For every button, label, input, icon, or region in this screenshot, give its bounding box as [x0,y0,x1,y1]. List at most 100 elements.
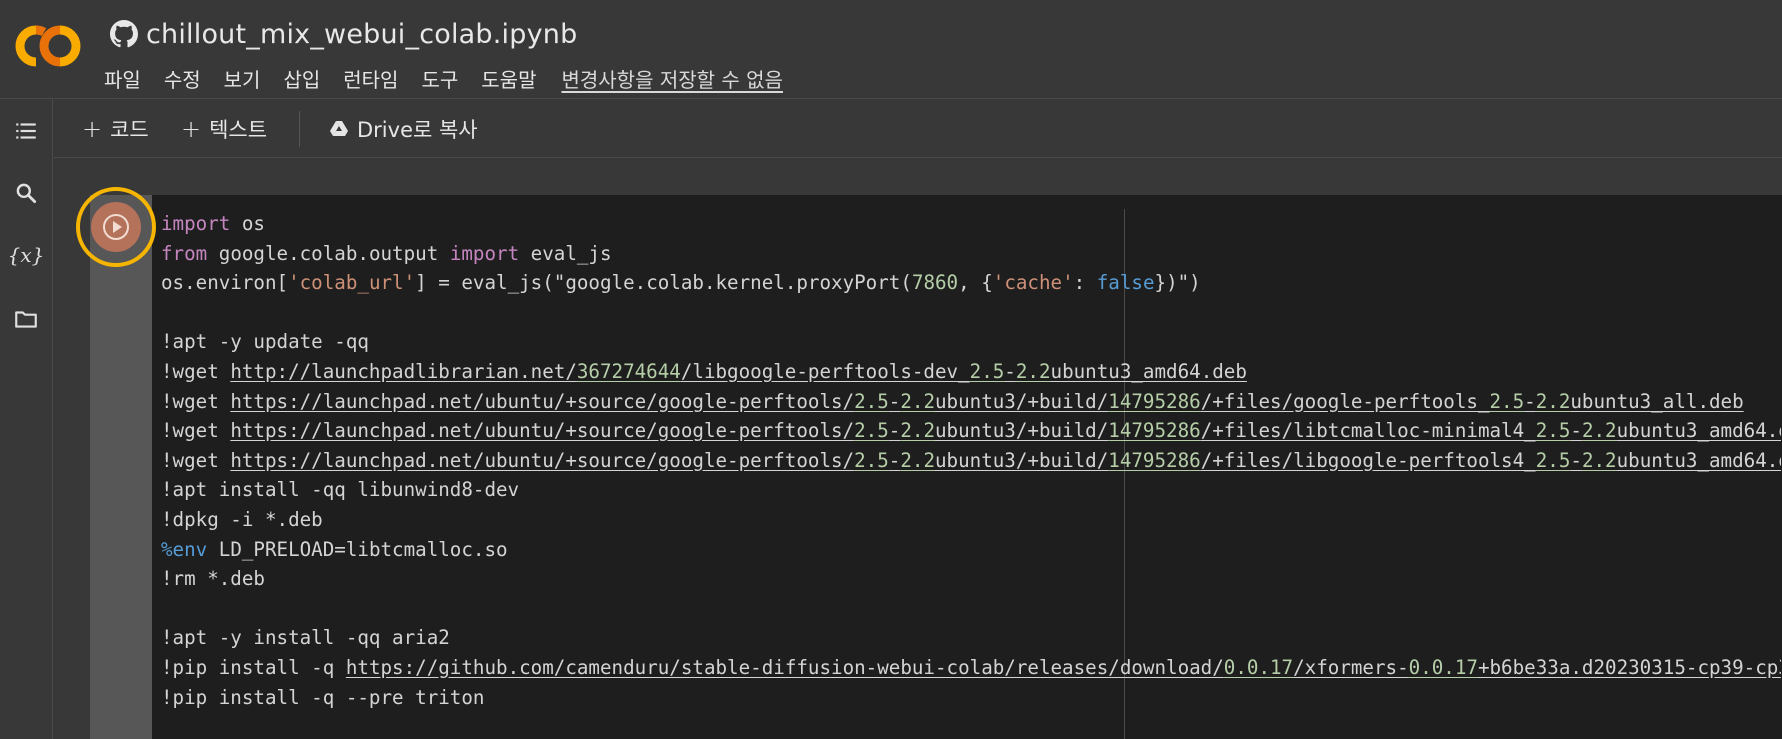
code-token: /+files/google-perftools_ [1200,389,1490,413]
code-token: 2.2 [900,389,935,413]
code-token: https://github.com/camenduru/stable-diff… [345,655,1224,679]
code-token: 2.5 [854,389,889,413]
run-cell-button[interactable] [91,202,141,252]
code-token: 7860 [911,271,959,295]
menu-runtime[interactable]: 런타임 [343,64,398,93]
code-token: - [888,389,901,413]
code-token: - [888,448,901,472]
code-token: import [161,212,231,235]
code-token: : [1073,271,1097,295]
code-token: - [1570,448,1582,472]
variables-icon[interactable]: {x} [8,241,45,269]
add-text-label: 텍스트 [209,118,268,142]
play-icon [103,214,129,240]
code-line: !wget http://launchpadlibrarian.net/3672… [161,357,1781,387]
left-rail: {x} [0,98,53,739]
copy-to-drive-label: Drive로 복사 [357,118,478,142]
code-token: ubuntu3_amd64.deb [1616,448,1781,472]
code-token: - [1004,359,1016,383]
github-icon[interactable] [110,20,138,48]
title-row: chillout_mix_webui_colab.ipynb [110,14,577,54]
code-token: - [1570,419,1582,443]
code-token: https://launchpad.net/ubuntu/+source/goo… [230,448,855,472]
code-token: !apt -y update -qq [161,330,369,354]
plus-icon: + [82,115,103,143]
code-line: !wget https://launchpad.net/ubuntu/+sour… [161,387,1781,417]
menu-tools[interactable]: 도구 [421,64,458,93]
add-code-button[interactable]: + 코드 [82,113,149,145]
code-token: ubuntu3_all.deb [1570,389,1744,413]
notebook-header: chillout_mix_webui_colab.ipynb 파일 수정 보기 … [0,0,1782,98]
menu-file[interactable]: 파일 [104,64,141,93]
code-token: %env [161,537,208,561]
code-token: LD_PRELOAD=libtcmalloc.so [207,537,508,561]
code-token: from [161,241,208,265]
code-line: !wget https://launchpad.net/ubuntu/+sour… [161,416,1781,446]
plus-icon: + [181,115,202,143]
code-token: ] = eval_js("google.colab.kernel.proxyPo… [415,271,912,295]
code-token: - [1524,389,1536,413]
code-token: !wget [161,419,231,443]
colab-logo[interactable] [14,22,82,70]
code-token: 0.0.17 [1408,655,1478,679]
menu-edit[interactable]: 수정 [164,64,201,93]
notebook-toolbar: + 코드 + 텍스트 Drive로 복사 [54,98,1782,158]
notebook-title[interactable]: chillout_mix_webui_colab.ipynb [146,19,577,50]
add-code-label: 코드 [110,118,149,142]
code-token: 2.2 [1015,359,1051,383]
code-token: 2.5 [1489,389,1525,413]
code-line: !apt install -qq libunwind8-dev [161,475,1781,505]
code-token: })") [1154,271,1201,295]
code-token: - [888,419,901,443]
code-token: 0.0.17 [1223,655,1294,679]
code-line: %env LD_PRELOAD=libtcmalloc.so [161,535,1781,565]
run-button-highlight [76,187,156,267]
code-token: ubuntu3/+build/ [935,419,1109,443]
code-token: 14795286 [1108,419,1201,443]
code-line: !dpkg -i *.deb [161,505,1781,535]
code-token: 2.5 [1535,419,1571,443]
code-token: , { [958,271,993,295]
code-token: import [449,241,520,265]
code-token: google.colab.output [207,241,450,265]
code-token: !wget [161,389,231,413]
code-token: /libgoogle-perftools-dev_ [680,359,970,383]
code-token: !pip install -q --pre triton [161,685,485,709]
cell-gutter [90,195,152,739]
code-token: 14795286 [1108,389,1201,413]
code-token: ubuntu3/+build/ [935,389,1109,413]
code-token: !apt install -qq libunwind8-dev [161,478,520,502]
code-token: 2.2 [900,448,935,472]
menu-view[interactable]: 보기 [224,64,261,93]
code-token: 2.2 [1581,448,1617,472]
search-icon[interactable] [12,179,40,207]
code-line: !rm *.deb [161,564,1781,594]
code-token: 2.2 [900,419,935,443]
code-token: 367274644 [576,359,681,383]
add-text-button[interactable]: + 텍스트 [181,113,267,145]
copy-to-drive-button[interactable]: Drive로 복사 [329,113,478,145]
code-token: 14795286 [1108,448,1201,472]
code-line: !apt -y install -qq aria2 [161,623,1781,653]
code-token: os [230,212,265,235]
code-cell[interactable]: import os from google.colab.output import… [76,187,1782,739]
table-of-contents-icon[interactable] [12,117,40,145]
code-line: os.environ['colab_url'] = eval_js("googl… [161,268,1781,298]
code-token: +b6be33a.d20230315-cp39-cp39-linux_x86_6… [1477,655,1781,679]
code-editor[interactable]: import os from google.colab.output import… [161,209,1781,712]
unsaved-changes-link[interactable]: 변경사항을 저장할 수 없음 [561,64,782,93]
code-line: !apt -y update -qq [161,327,1781,357]
code-token: !wget [161,359,231,383]
menu-help[interactable]: 도움말 [481,64,536,93]
code-token: !pip install -q [161,655,346,679]
code-token: 2.5 [854,419,889,443]
drive-icon [330,121,348,136]
menu-insert[interactable]: 삽입 [283,64,320,93]
code-token: /+files/libgoogle-perftools4_ [1200,448,1536,472]
folder-icon[interactable] [12,305,40,333]
code-token: 2.5 [969,359,1005,383]
menu-bar: 파일 수정 보기 삽입 런타임 도구 도움말 변경사항을 저장할 수 없음 [104,62,783,94]
notebook-main: import os from google.colab.output import… [54,159,1782,739]
code-token: 'colab_url' [288,271,416,295]
code-token: http://launchpadlibrarian.net/ [230,359,577,383]
